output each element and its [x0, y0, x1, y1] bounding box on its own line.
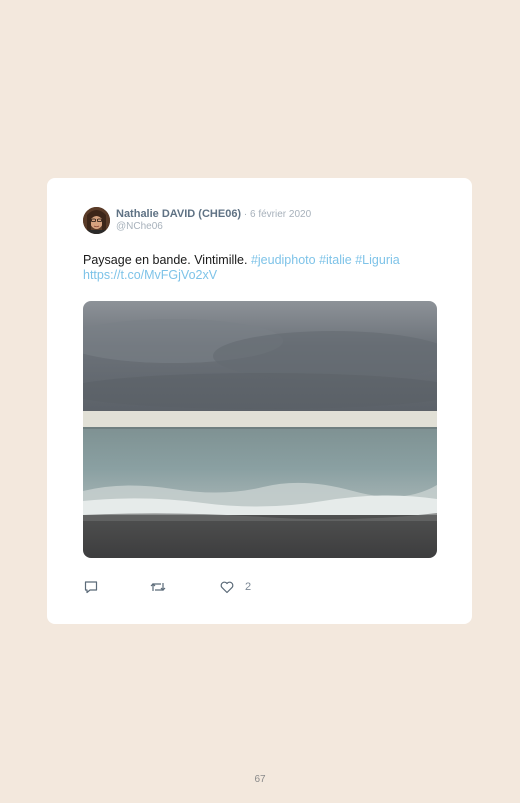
hashtag-jeudiphoto[interactable]: #jeudiphoto: [251, 253, 316, 267]
tweet-actions: 2: [83, 579, 437, 597]
retweet-button[interactable]: [149, 579, 167, 595]
tweet-date[interactable]: 6 février 2020: [250, 209, 311, 220]
avatar[interactable]: [83, 207, 110, 234]
reply-button[interactable]: [83, 579, 99, 595]
page-number: 67: [254, 774, 266, 785]
hashtag-italie[interactable]: #italie: [319, 253, 352, 267]
tweet-link[interactable]: https://t.co/MvFGjVo2xV: [83, 268, 217, 282]
like-count: 2: [245, 581, 252, 593]
tweet-text: Paysage en bande. Vintimille. #jeudiphot…: [83, 253, 443, 283]
hashtag-liguria[interactable]: #Liguria: [355, 253, 399, 267]
tweet-photo[interactable]: [83, 301, 437, 558]
heart-icon: [220, 581, 234, 594]
retweet-icon: [150, 583, 166, 591]
reply-icon: [84, 581, 98, 594]
author-handle[interactable]: @NChe06: [116, 221, 163, 233]
like-button[interactable]: 2: [219, 579, 251, 595]
author-line: Nathalie DAVID (CHE06) · 6 février 2020: [116, 208, 311, 221]
tweet-card: Nathalie DAVID (CHE06) · 6 février 2020 …: [47, 178, 472, 624]
tweet-body: Paysage en bande. Vintimille.: [83, 253, 251, 267]
date-separator: ·: [241, 209, 250, 220]
author-name[interactable]: Nathalie DAVID (CHE06): [116, 208, 241, 220]
